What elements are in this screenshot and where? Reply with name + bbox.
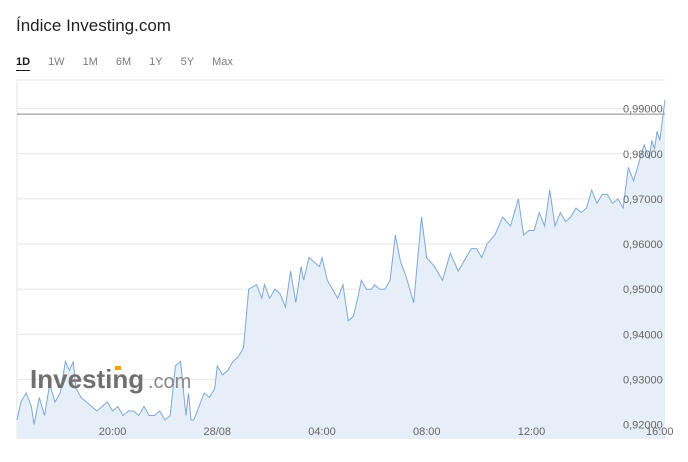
x-tick-label: 28/08 [204,426,232,438]
tab-6m[interactable]: 6M [116,56,131,71]
timeframe-tabs: 1D 1W 1M 6M 1Y 5Y Max [16,56,251,71]
investing-watermark: Investing .com [30,364,191,394]
page-title: Índice Investing.com [16,16,171,35]
tab-max[interactable]: Max [212,56,233,71]
watermark-suffix: .com [148,371,191,393]
y-tick-label: 0,93000 [623,374,663,386]
tab-5y[interactable]: 5Y [181,56,194,71]
price-chart-svg: 0,920000,930000,940000,950000,960000,970… [16,79,674,439]
y-tick-label: 0,98000 [623,149,663,161]
x-tick-label: 08:00 [413,426,441,438]
x-tick-label: 20:00 [99,426,127,438]
tab-1d[interactable]: 1D [16,56,31,71]
y-tick-label: 0,97000 [623,194,663,206]
watermark-accent-mark [115,366,121,370]
y-tick-label: 0,99000 [623,104,663,116]
x-tick-label: 12:00 [518,426,546,438]
y-tick-label: 0,95000 [623,284,663,296]
tab-1y[interactable]: 1Y [149,56,162,71]
price-chart[interactable]: 0,92000 0,93000 0,94000 0,95000 0,96000 0,970… [0,78,688,462]
tab-1w[interactable]: 1W [48,56,65,71]
y-tick-label: 0,96000 [623,239,663,251]
watermark-brand: Investing [30,364,144,394]
x-tick-label: 04:00 [308,426,336,438]
x-tick-label: 16:00 [646,426,674,438]
tab-1m[interactable]: 1M [83,56,98,71]
y-tick-label: 0,94000 [623,329,663,341]
